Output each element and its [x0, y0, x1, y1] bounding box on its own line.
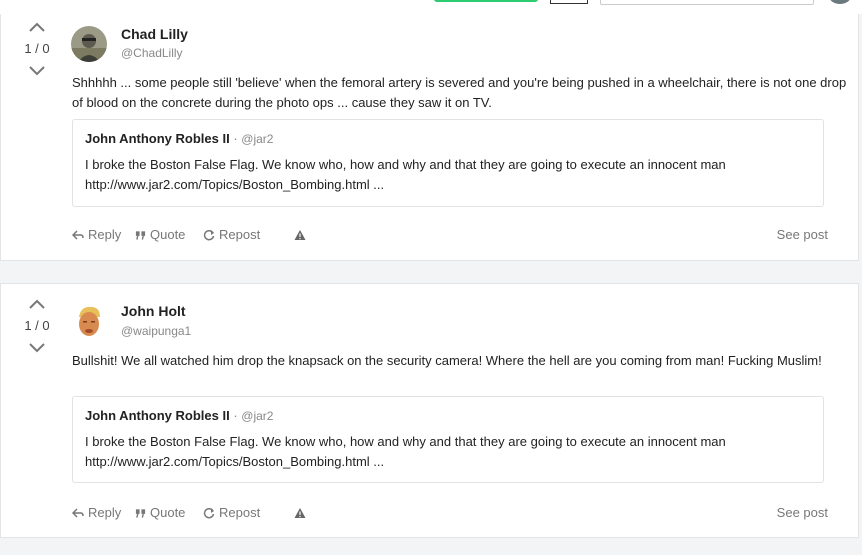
quoted-post[interactable]: John Anthony Robles II · @jar2 I broke t…	[72, 119, 824, 207]
vote-count: 1 / 0	[24, 41, 50, 56]
post-actions: Reply Quote Repost See post	[72, 505, 832, 523]
avatar[interactable]	[71, 26, 107, 62]
author-handle[interactable]: @ChadLilly	[121, 46, 183, 60]
primary-header-button[interactable]	[434, 0, 538, 2]
repost-label: Repost	[219, 227, 261, 242]
post-text: Shhhhh ... some people still 'believe' w…	[72, 75, 847, 110]
quote-button[interactable]: Quote	[135, 505, 185, 520]
quoted-author-name[interactable]: John Anthony Robles II	[85, 131, 230, 146]
vote-widget: 1 / 0	[19, 20, 55, 78]
report-button[interactable]	[294, 507, 306, 519]
post-card: 1 / 0 John Holt @waipunga1 Bullshit! We …	[0, 283, 859, 538]
repost-label: Repost	[219, 505, 261, 520]
repost-icon	[203, 229, 215, 240]
quote-button[interactable]: Quote	[135, 227, 185, 242]
author-name[interactable]: Chad Lilly	[121, 26, 188, 42]
chevron-up-icon[interactable]	[27, 20, 47, 36]
repost-icon	[203, 507, 215, 518]
reply-label: Reply	[88, 505, 122, 520]
quoted-author-handle[interactable]: @jar2	[241, 132, 273, 146]
warning-triangle-icon	[294, 230, 306, 240]
header-toggle-button[interactable]	[550, 0, 588, 4]
quoted-post-header: John Anthony Robles II · @jar2	[85, 408, 273, 423]
quote-icon	[135, 508, 146, 518]
reply-arrow-icon	[72, 507, 84, 518]
repost-button[interactable]: Repost	[203, 505, 260, 520]
reply-arrow-icon	[72, 229, 84, 240]
chevron-down-icon[interactable]	[27, 62, 47, 78]
see-post-link[interactable]: See post	[777, 227, 828, 242]
reply-button[interactable]: Reply	[72, 227, 121, 242]
reply-button[interactable]: Reply	[72, 505, 121, 520]
author-handle[interactable]: @waipunga1	[121, 324, 191, 338]
quoted-author-name[interactable]: John Anthony Robles II	[85, 408, 230, 423]
report-button[interactable]	[294, 229, 306, 241]
avatar[interactable]	[71, 303, 107, 339]
post-card: 1 / 0 Chad Lilly @ChadLilly Shhhhh ... s…	[0, 14, 859, 261]
repost-button[interactable]: Repost	[203, 227, 260, 242]
user-avatar[interactable]	[829, 0, 851, 4]
see-post-link[interactable]: See post	[777, 505, 828, 520]
quote-icon	[135, 230, 146, 240]
separator-dot: ·	[233, 408, 238, 423]
quoted-post-header: John Anthony Robles II · @jar2	[85, 131, 273, 146]
quote-label: Quote	[150, 505, 186, 520]
chevron-down-icon[interactable]	[27, 339, 47, 355]
vote-count: 1 / 0	[24, 318, 50, 333]
quoted-author-handle[interactable]: @jar2	[241, 409, 273, 423]
chevron-up-icon[interactable]	[27, 297, 47, 313]
post-text: Bullshit! We all watched him drop the kn…	[72, 353, 822, 368]
separator-dot: ·	[233, 131, 238, 146]
quoted-post[interactable]: John Anthony Robles II · @jar2 I broke t…	[72, 396, 824, 483]
top-header	[0, 0, 862, 14]
search-input[interactable]	[600, 0, 814, 5]
quote-label: Quote	[150, 227, 186, 242]
warning-triangle-icon	[294, 508, 306, 518]
post-actions: Reply Quote Repost See post	[72, 227, 832, 245]
quoted-post-text: I broke the Boston False Flag. We know w…	[85, 157, 726, 192]
reply-label: Reply	[88, 227, 122, 242]
author-name[interactable]: John Holt	[121, 303, 186, 319]
vote-widget: 1 / 0	[19, 297, 55, 355]
quoted-post-text: I broke the Boston False Flag. We know w…	[85, 434, 726, 469]
